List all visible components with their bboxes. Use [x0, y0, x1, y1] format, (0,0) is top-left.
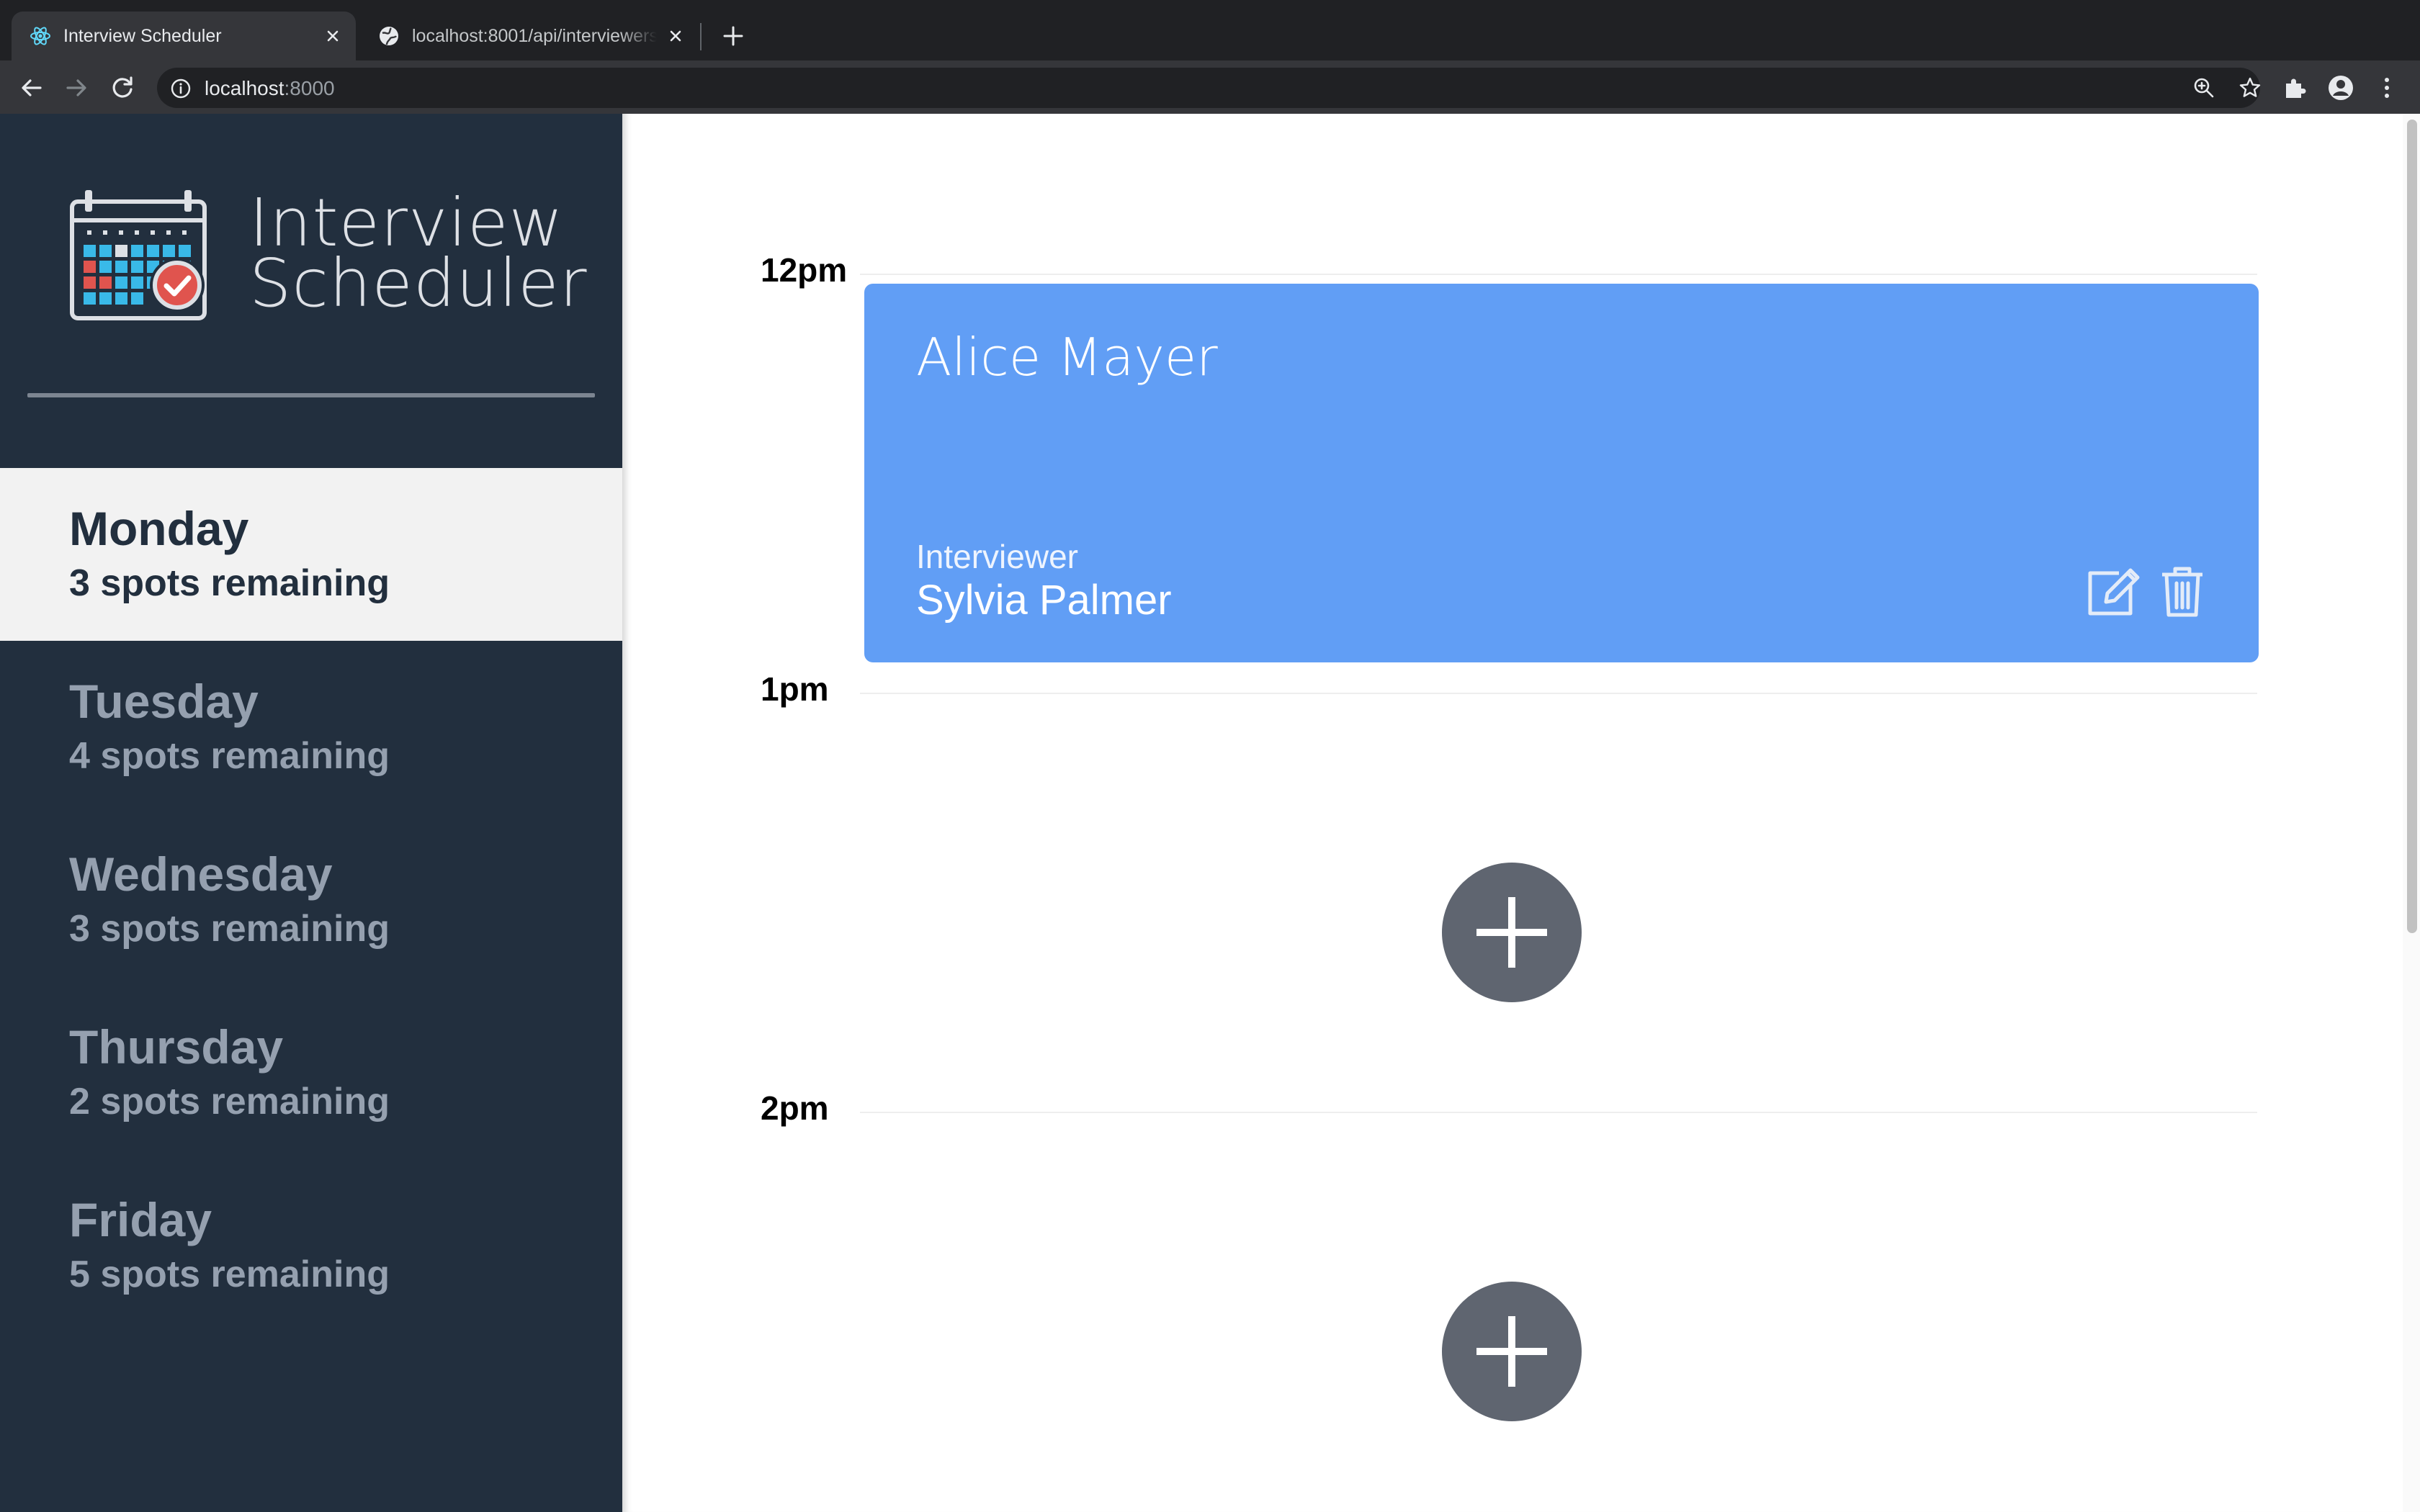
calendar-cell: [131, 245, 143, 257]
close-tab-icon[interactable]: [321, 24, 344, 48]
slot-separator: [860, 693, 2257, 694]
address-bar[interactable]: localhost:8000: [157, 68, 2263, 108]
slot-separator: [860, 274, 2257, 275]
tab-api-interviewers[interactable]: localhost:8001/api/interviewers: [360, 12, 699, 60]
calendar-cell: [151, 230, 155, 235]
calendar-cell: [131, 261, 143, 273]
calendar-cell: [131, 276, 143, 289]
calendar-cell: [163, 245, 175, 257]
tab-title: localhost:8001/api/interviewers: [412, 26, 657, 46]
page-scrollbar[interactable]: [2403, 114, 2420, 1512]
calendar-cell: [99, 276, 112, 289]
back-arrow-icon[interactable]: [16, 72, 48, 104]
day-item-wednesday[interactable]: Wednesday 3 spots remaining: [0, 814, 622, 986]
calendar-cell: [115, 292, 127, 305]
calendar-cell: [131, 292, 143, 305]
calendar-cell: [115, 245, 127, 257]
url-text: localhost:8000: [205, 77, 335, 100]
day-list: Monday 3 spots remaining Tuesday 4 spots…: [0, 468, 622, 1332]
brand-line-2: Scheduler: [249, 245, 588, 322]
day-item-tuesday[interactable]: Tuesday 4 spots remaining: [0, 641, 622, 814]
student-name: Alice Mayer: [916, 327, 1218, 387]
calendar-cell: [135, 230, 139, 235]
forward-arrow-icon[interactable]: [60, 72, 92, 104]
day-name: Friday: [69, 1193, 212, 1246]
sidebar-divider: [27, 393, 595, 397]
browser-menu-kebab-icon[interactable]: [2372, 73, 2401, 102]
calendar-cell: [166, 230, 171, 235]
slot-separator: [860, 1112, 2257, 1113]
add-appointment-button[interactable]: [1442, 863, 1582, 1002]
calendar-cell: [119, 230, 123, 235]
calendar-cell: [84, 276, 96, 289]
site-info-icon[interactable]: [170, 78, 192, 99]
day-item-friday[interactable]: Friday 5 spots remaining: [0, 1159, 622, 1332]
slot-time: 1pm: [761, 670, 829, 708]
appointment-slot-2pm: 2pm: [622, 1089, 2351, 1508]
day-spots: 5 spots remaining: [69, 1254, 390, 1295]
calendar-cell: [87, 230, 91, 235]
tab-interview-scheduler[interactable]: Interview Scheduler: [12, 12, 356, 60]
extensions-puzzle-icon[interactable]: [2280, 73, 2309, 102]
calendar-cell: [84, 261, 96, 273]
appointment-slot-1pm: 1pm: [622, 670, 2351, 1089]
sidebar: Interview Scheduler Monday 3 spots remai…: [0, 114, 622, 1512]
schedule: 12pm Alice Mayer Interviewer Sylvia Palm…: [622, 114, 2420, 1512]
calendar-cell: [103, 230, 107, 235]
calendar-cell: [182, 230, 187, 235]
globe-icon: [380, 27, 398, 45]
day-name: Tuesday: [69, 675, 259, 728]
scrollbar-thumb[interactable]: [2407, 120, 2417, 933]
browser-tab-strip: Interview Scheduler localhost:8001/api/i…: [0, 0, 2420, 60]
calendar-logo-icon: [70, 190, 207, 320]
zoom-icon[interactable]: [2191, 75, 2217, 101]
calendar-cell: [99, 292, 112, 305]
interviewer-label: Interviewer: [916, 538, 1078, 575]
appointment-slot-12pm: 12pm Alice Mayer Interviewer Sylvia Palm…: [622, 251, 2351, 670]
day-spots: 3 spots remaining: [69, 908, 390, 950]
calendar-cell: [179, 245, 191, 257]
url-host: localhost: [205, 77, 284, 99]
edit-icon[interactable]: [2080, 559, 2143, 622]
day-name: Wednesday: [69, 847, 333, 901]
calendar-cell: [147, 245, 159, 257]
react-atom-icon: [30, 27, 50, 45]
brand-wordmark: Interview Scheduler: [249, 190, 588, 322]
tab-title: Interview Scheduler: [63, 26, 222, 46]
add-plus-icon: [1476, 897, 1547, 968]
profile-avatar-icon[interactable]: [2326, 73, 2355, 102]
close-tab-icon[interactable]: [664, 24, 687, 48]
calendar-cell: [84, 292, 96, 305]
calendar-cell: [115, 276, 127, 289]
day-spots: 3 spots remaining: [69, 562, 390, 604]
day-item-thursday[interactable]: Thursday 2 spots remaining: [0, 986, 622, 1159]
interviewer-name: Sylvia Palmer: [916, 577, 1172, 624]
browser-toolbar: localhost:8000: [0, 60, 2420, 114]
appointment-card: Alice Mayer Interviewer Sylvia Palmer: [864, 284, 2259, 662]
calendar-cell: [115, 261, 127, 273]
day-name: Thursday: [69, 1020, 284, 1074]
day-item-monday[interactable]: Monday 3 spots remaining: [0, 468, 622, 641]
calendar-cell: [99, 245, 112, 257]
calendar-cell: [99, 261, 112, 273]
day-name: Monday: [69, 502, 249, 555]
delete-trash-icon[interactable]: [2151, 559, 2214, 622]
calendar-cell: [84, 245, 96, 257]
day-spots: 4 spots remaining: [69, 735, 390, 777]
tab-separator: [700, 23, 702, 50]
add-plus-icon: [1476, 1316, 1547, 1387]
new-tab-plus-icon[interactable]: [717, 20, 749, 52]
add-appointment-button[interactable]: [1442, 1282, 1582, 1421]
day-spots: 2 spots remaining: [69, 1081, 390, 1122]
reload-icon[interactable]: [107, 72, 138, 104]
bookmark-star-icon[interactable]: [2237, 75, 2263, 101]
slot-time: 12pm: [761, 251, 848, 289]
url-port: :8000: [284, 77, 335, 99]
slot-time: 2pm: [761, 1089, 829, 1127]
